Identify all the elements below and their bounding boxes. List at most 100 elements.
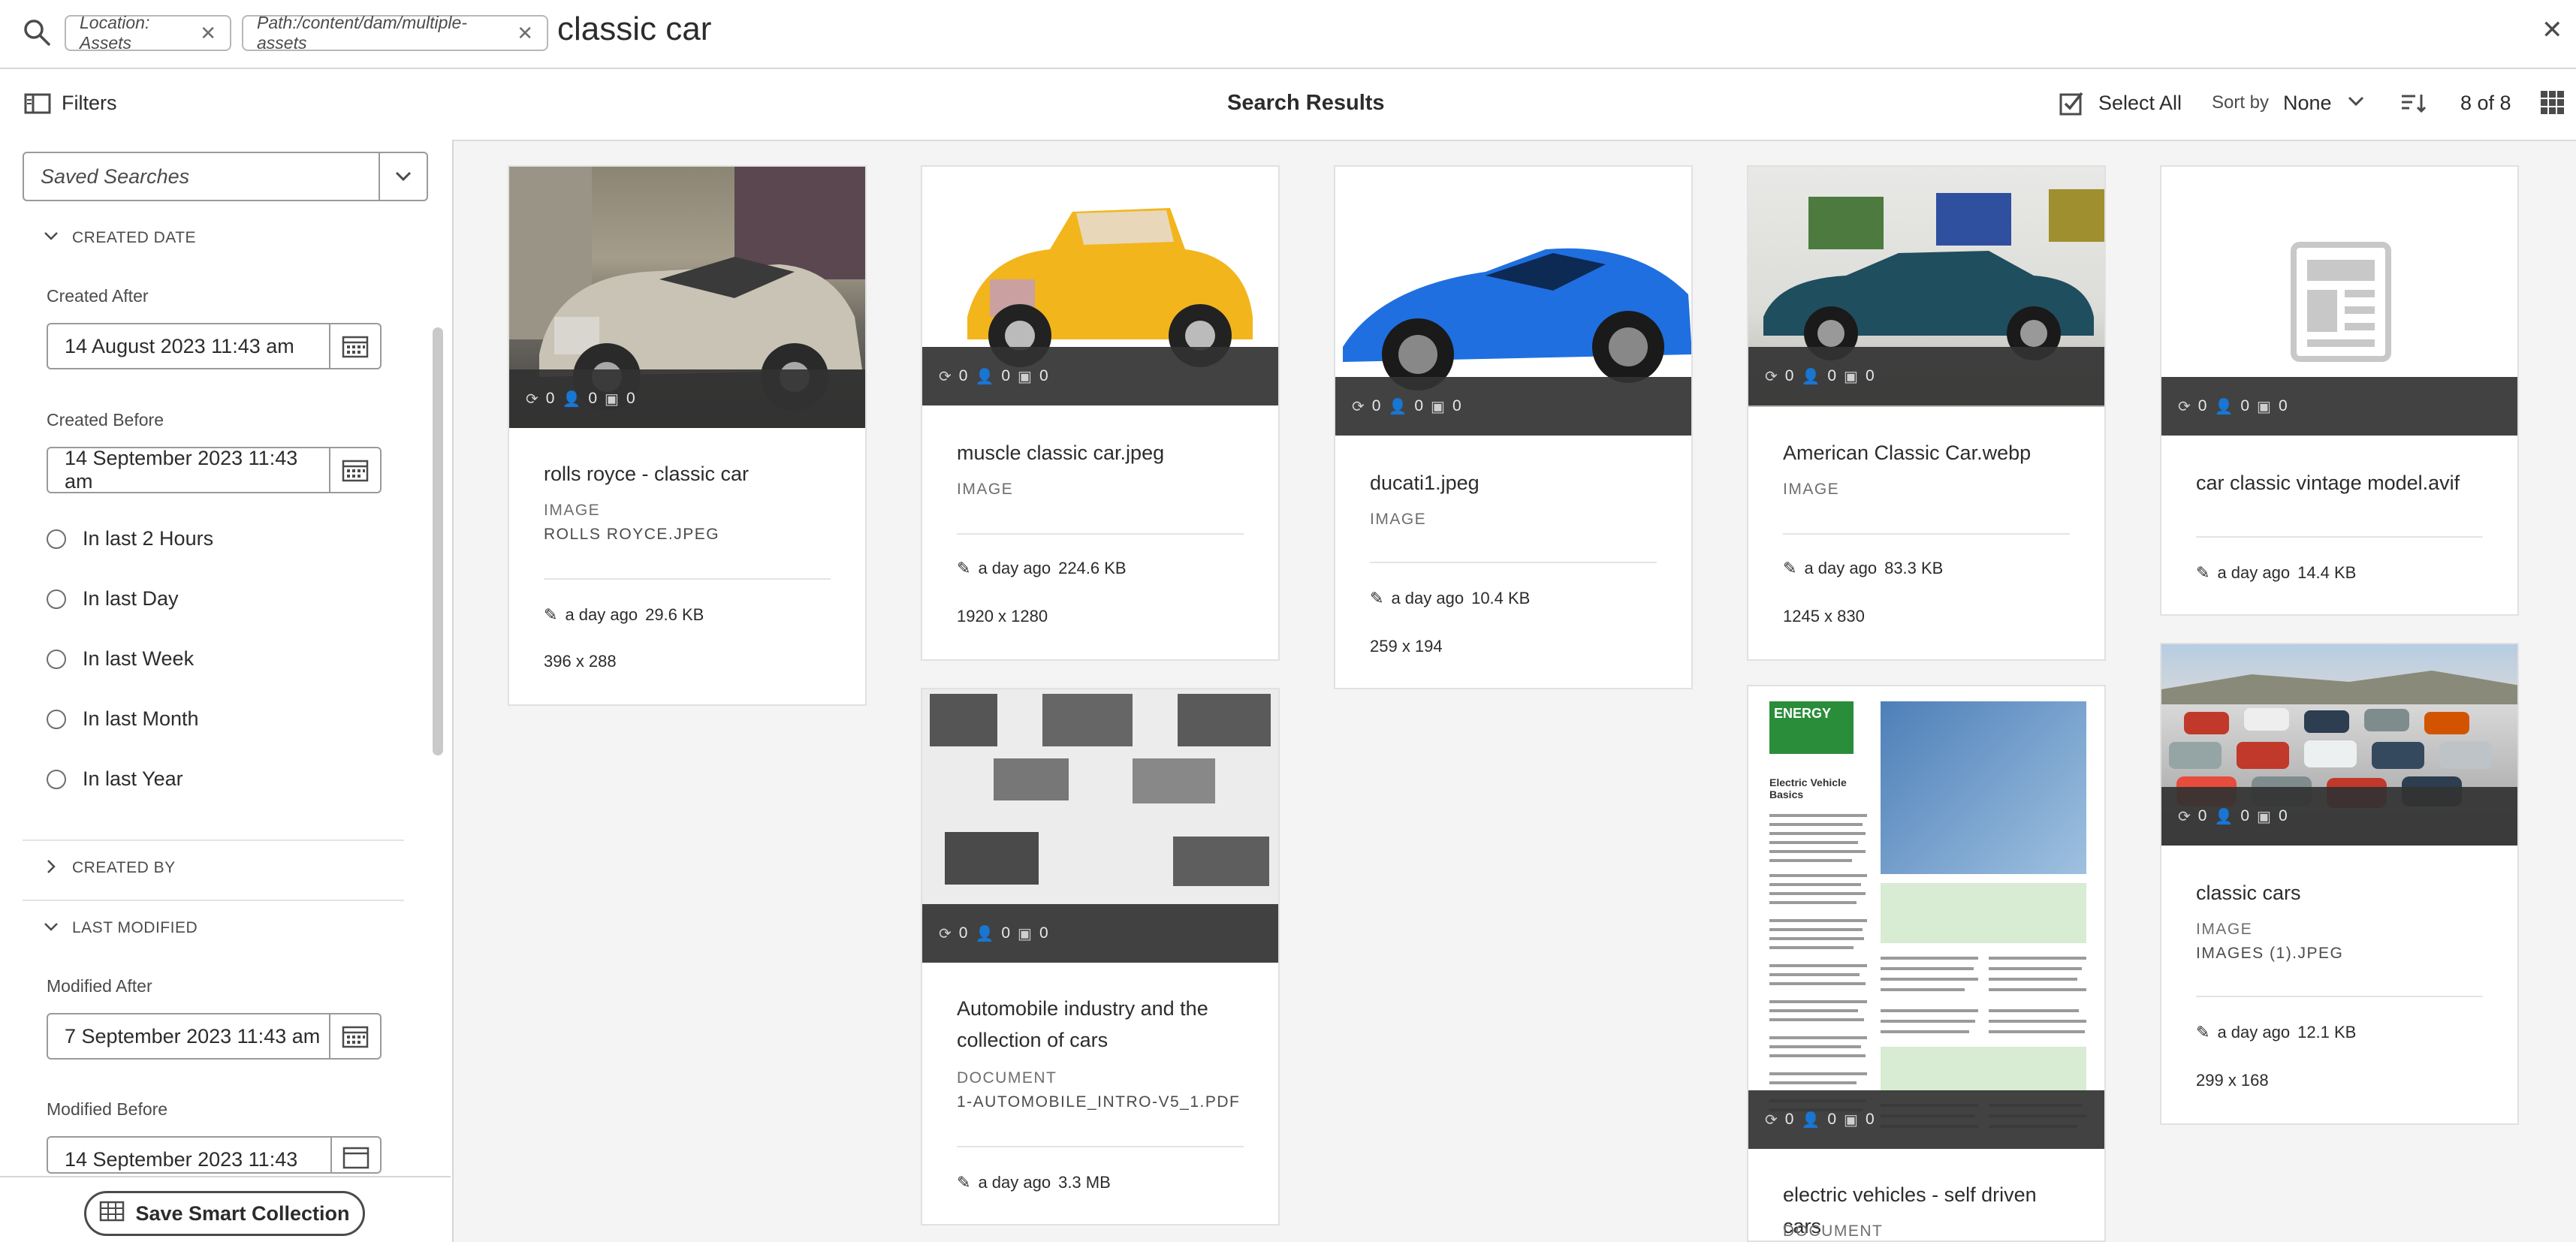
chevron-down-icon[interactable]: [44, 922, 59, 936]
members-count: 0: [588, 390, 598, 407]
search-input[interactable]: classic car: [557, 11, 711, 48]
radio-label: In last Week: [83, 647, 195, 670]
pdf-green-box: [1881, 883, 2086, 943]
file-size: 3.3 MB: [1058, 1173, 1111, 1192]
asset-title[interactable]: ducati1.jpeg: [1370, 467, 1655, 499]
members-count: 0: [1414, 397, 1424, 415]
asset-card[interactable]: ENERGY Electric Vehicle Basics ⟳ 0 👤 0 ▣ 0 …: [1747, 685, 2106, 1242]
people-icon: 👤: [2214, 808, 2234, 825]
modified-before-field[interactable]: 14 September 2023 11:43 am: [47, 1136, 382, 1174]
people-icon: 👤: [1801, 368, 1820, 385]
asset-meta: ✎ a day ago 12.1 KB: [2196, 1023, 2356, 1042]
annotation-icon: ▣: [1018, 368, 1032, 385]
radio-circle[interactable]: [47, 709, 66, 729]
select-all-checkbox-icon[interactable]: [2059, 90, 2085, 119]
asset-title[interactable]: American Classic Car.webp: [1783, 437, 2068, 469]
tasks-count: 0: [1865, 1111, 1875, 1128]
comments-count: 0: [2197, 397, 2207, 415]
save-button-label: Save Smart Collection: [135, 1201, 350, 1225]
chip-label: Path:/content/dam/multiple-assets: [257, 13, 467, 53]
pencil-icon: ✎: [1370, 589, 1384, 607]
sort-value-select[interactable]: None: [2283, 92, 2332, 115]
radio-circle[interactable]: [47, 649, 66, 669]
asset-card[interactable]: ⟳ 0 👤 0 ▣ 0 rolls royce - classic car IMAGE…: [508, 165, 867, 706]
members-count: 0: [1827, 1111, 1837, 1128]
calendar-icon[interactable]: [329, 324, 380, 368]
asset-card[interactable]: ⟳ 0 👤 0 ▣ 0 car classic vintage model.avif …: [2160, 165, 2519, 616]
file-size: 14.4 KB: [2297, 563, 2357, 582]
asset-title[interactable]: car classic vintage model.avif: [2196, 467, 2481, 499]
chip-label: Location: Assets: [80, 13, 150, 53]
asset-stats-bar: ⟳ 0 👤 0 ▣ 0: [922, 347, 1278, 405]
radio-last-year[interactable]: In last Year: [47, 767, 183, 791]
calendar-icon[interactable]: [329, 1014, 380, 1058]
members-count: 0: [1827, 367, 1837, 384]
asset-type: IMAGE: [1783, 481, 1840, 498]
asset-title[interactable]: classic cars: [2196, 877, 2481, 909]
pdf-photo: [1881, 701, 2086, 874]
result-count: 8 of 8: [2460, 92, 2511, 114]
filter-panel: Saved Searches CREATED DATE Created Afte…: [0, 140, 454, 1242]
comments-count: 0: [2197, 807, 2207, 824]
calendar-icon[interactable]: [329, 448, 380, 492]
asset-card[interactable]: ⟳ 0 👤 0 ▣ 0 classic cars IMAGE IMAGES (1).J…: [2160, 643, 2519, 1125]
rail-toggle-icon[interactable]: [24, 93, 51, 118]
asset-title[interactable]: Automobile industry and the collection o…: [957, 993, 1242, 1056]
filters-label[interactable]: Filters: [62, 92, 117, 115]
created-date-heading[interactable]: CREATED DATE: [72, 229, 196, 247]
radio-circle[interactable]: [47, 589, 66, 609]
sidebar-scrollbar[interactable]: [433, 327, 443, 755]
chevron-right-icon[interactable]: [47, 859, 57, 878]
pencil-icon: ✎: [1783, 559, 1797, 577]
radio-last-month[interactable]: In last Month: [47, 707, 199, 731]
radio-last-2-hours[interactable]: In last 2 Hours: [47, 527, 213, 550]
asset-card[interactable]: ⟳ 0 👤 0 ▣ 0 ducati1.jpeg IMAGE ✎ a day ago …: [1334, 165, 1693, 689]
created-before-field[interactable]: 14 September 2023 11:43 am: [47, 447, 382, 493]
people-icon: 👤: [1388, 398, 1407, 415]
radio-label: In last Year: [83, 767, 183, 790]
close-icon[interactable]: ✕: [517, 22, 533, 45]
radio-circle[interactable]: [47, 529, 66, 549]
asset-filename: ROLLS ROYCE.JPEG: [544, 526, 720, 543]
refresh-icon: ⟳: [2178, 808, 2191, 825]
asset-stats-bar: ⟳ 0 👤 0 ▣ 0: [2161, 787, 2517, 846]
pdf-logo-text: ENERGY: [1774, 706, 1832, 721]
asset-title[interactable]: muscle classic car.jpeg: [957, 437, 1242, 469]
asset-dimensions: 299 x 168: [2196, 1071, 2269, 1090]
radio-label: In last 2 Hours: [83, 527, 214, 550]
radio-last-day[interactable]: In last Day: [47, 587, 179, 610]
refresh-icon: ⟳: [939, 925, 952, 942]
modified-after-field[interactable]: 7 September 2023 11:43 am: [47, 1013, 382, 1060]
asset-stats-bar: ⟳ 0 👤 0 ▣ 0: [1748, 347, 2104, 405]
last-modified-heading[interactable]: LAST MODIFIED: [72, 919, 198, 937]
created-by-heading[interactable]: CREATED BY: [72, 859, 176, 877]
members-count: 0: [1001, 924, 1011, 942]
calendar-icon[interactable]: [330, 1138, 380, 1172]
asset-title[interactable]: rolls royce - classic car: [544, 458, 829, 490]
select-all-button[interactable]: Select All: [2098, 92, 2182, 115]
annotation-icon: ▣: [605, 390, 619, 408]
asset-card[interactable]: ⟳ 0 👤 0 ▣ 0 muscle classic car.jpeg IMAGE ✎…: [921, 165, 1280, 661]
close-search-icon[interactable]: ✕: [2541, 15, 2563, 45]
filter-chip-path[interactable]: Path:/content/dam/multiple-assets ✕: [242, 13, 548, 53]
filter-chip-location[interactable]: Location: Assets ✕: [65, 13, 231, 53]
chevron-down-icon[interactable]: [379, 153, 427, 200]
asset-card[interactable]: ⟳ 0 👤 0 ▣ 0 American Classic Car.webp IMAGE…: [1747, 165, 2106, 661]
save-smart-collection-button[interactable]: Save Smart Collection: [84, 1191, 365, 1236]
created-before-label: Created Before: [47, 410, 164, 430]
asset-card[interactable]: ⟳ 0 👤 0 ▣ 0 Automobile industry and the col…: [921, 688, 1280, 1225]
created-after-field[interactable]: 14 August 2023 11:43 am: [47, 323, 382, 369]
asset-stats-bar: ⟳ 0 👤 0 ▣ 0: [509, 369, 865, 428]
grid-view-icon[interactable]: [2540, 90, 2565, 119]
radio-last-week[interactable]: In last Week: [47, 647, 194, 671]
asset-thumbnail[interactable]: ENERGY Electric Vehicle Basics: [1748, 686, 2104, 1152]
asset-type: DOCUMENT: [1783, 1222, 1884, 1240]
close-icon[interactable]: ✕: [200, 22, 216, 45]
sort-order-icon[interactable]: [2400, 92, 2427, 118]
chevron-down-icon[interactable]: [44, 231, 59, 246]
saved-searches-select[interactable]: Saved Searches: [23, 152, 428, 201]
people-icon: 👤: [562, 390, 581, 408]
chevron-down-icon[interactable]: [2348, 96, 2364, 110]
modified-after-value: 7 September 2023 11:43 am: [65, 1024, 321, 1048]
radio-circle[interactable]: [47, 769, 66, 789]
